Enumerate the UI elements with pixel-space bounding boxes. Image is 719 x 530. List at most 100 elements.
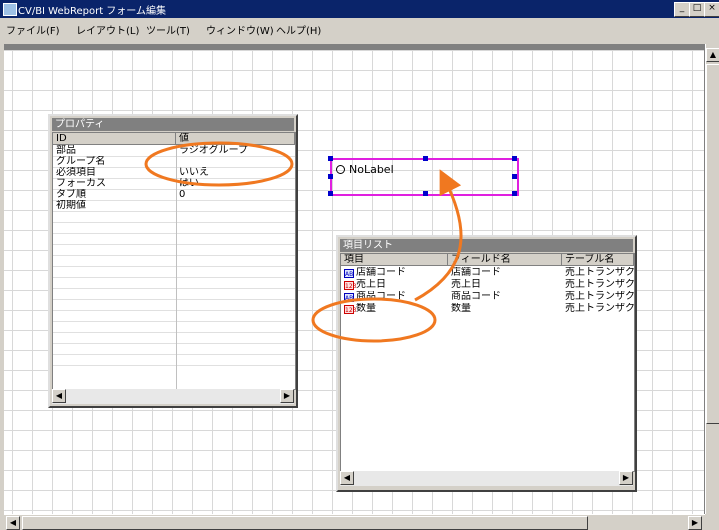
table-name-cell: 売上トランザクシ [565,279,634,290]
property-value-cell[interactable] [176,244,295,255]
column-header-field-name[interactable]: フィールド名 [448,254,562,266]
scroll-right-icon[interactable]: ▶ [280,389,294,403]
field-list-row[interactable]: AB商品コード商品コード売上トランザクシ [341,291,634,302]
scroll-right-icon[interactable]: ▶ [688,516,702,530]
property-id-cell [53,255,176,266]
property-id-cell [53,233,176,244]
property-id-cell [53,244,176,255]
horizontal-scrollbar[interactable]: ◀ ▶ [4,514,705,530]
field-name-cell: 商品コード [451,291,501,302]
field-list-title[interactable]: 項目リスト [340,239,633,252]
resize-handle[interactable] [423,156,428,161]
resize-handle[interactable] [512,156,517,161]
property-id-cell [53,288,176,299]
field-item-cell[interactable]: 123売上日 [341,279,448,290]
field-item-cell[interactable]: AB 商品コード [341,291,448,302]
close-button[interactable]: × [704,2,719,17]
window-title-bar[interactable]: CV/BI WebReport フォーム編集 _ □ × [0,0,719,18]
property-value-cell[interactable]: いいえ [176,167,295,178]
field-item-cell[interactable]: AB 店舗コード [341,267,448,278]
property-value-cell[interactable] [176,321,295,332]
property-value-cell[interactable] [176,255,295,266]
scroll-left-icon[interactable]: ◀ [340,471,354,485]
field-item-cell[interactable]: 123数量 [341,303,448,314]
resize-handle[interactable] [512,191,517,196]
property-id-cell [53,343,176,354]
field-list-grid: 項目 フィールド名 テーブル名 AB店舗コード店舗コード売上トランザクシ123売… [340,253,635,472]
field-item-label: 商品コード [356,291,406,302]
scroll-right-icon[interactable]: ▶ [619,471,633,485]
property-value-cell[interactable] [176,266,295,277]
property-value-cell[interactable] [176,288,295,299]
table-name-cell: 売上トランザクシ [565,291,634,302]
menu-window[interactable]: ウィンドウ(W) [206,22,274,37]
field-name-cell: 店舗コード [451,267,501,278]
property-id-cell [53,354,176,365]
property-value-cell[interactable] [176,211,295,222]
property-id-cell: グループ名 [56,156,106,167]
property-value-cell[interactable]: 0 [176,189,295,200]
horizontal-scroll-thumb[interactable] [22,516,588,530]
field-list-horizontal-scrollbar[interactable]: ◀ ▶ [340,471,633,486]
vertical-scrollbar[interactable]: ▲ [705,44,719,514]
property-value-cell[interactable] [176,299,295,310]
property-id-cell [53,266,176,277]
property-value-cell[interactable] [176,156,295,167]
scroll-left-icon[interactable]: ◀ [52,389,66,403]
table-name-cell: 売上トランザクシ [565,303,634,314]
property-id-cell [53,321,176,332]
property-value-cell[interactable] [176,354,295,365]
text-icon: AB [344,269,354,278]
maximize-button[interactable]: □ [689,2,705,17]
menu-file[interactable]: ファイル(F) [6,22,60,37]
vertical-scroll-thumb[interactable] [706,64,719,424]
field-item-label: 店舗コード [356,267,406,278]
column-header-id[interactable]: ID [53,133,176,145]
menu-help[interactable]: ヘルプ(H) [276,22,321,37]
number-icon: 123 [344,281,357,290]
field-item-label: 数量 [356,303,376,314]
menu-tools[interactable]: ツール(T) [146,22,190,37]
minimize-button[interactable]: _ [674,2,690,17]
property-value-cell[interactable] [176,200,295,211]
resize-handle[interactable] [512,174,517,179]
table-row[interactable] [53,354,295,366]
properties-panel: プロパティ ID 値 部品 ラジオグループ グループ名 必須項目 いいえ フォーカス はいタ… [48,114,298,408]
menu-layout[interactable]: レイアウト(L) [76,22,139,37]
resize-handle[interactable] [423,191,428,196]
resize-handle[interactable] [328,156,333,161]
column-header-item[interactable]: 項目 [341,254,448,266]
property-value-cell[interactable] [176,310,295,321]
property-value-cell[interactable] [176,277,295,288]
field-list-panel: 項目リスト 項目 フィールド名 テーブル名 AB 店舗コード 店舗コード 売上トランザ… [336,235,637,492]
property-id-cell [53,332,176,343]
text-icon: AB [344,293,354,302]
property-id-cell: 初期値 [56,200,86,211]
property-id-cell: フォーカス [56,178,106,189]
scroll-up-icon[interactable]: ▲ [706,48,719,62]
property-id-cell [53,211,176,222]
property-value-cell[interactable] [176,343,295,354]
property-id-cell [53,277,176,288]
property-value-cell[interactable]: はい [176,178,295,189]
field-list-row[interactable]: 123売上日売上日 売上トランザクシ [341,279,634,290]
properties-horizontal-scrollbar[interactable]: ◀ ▶ [52,389,294,404]
property-value-cell[interactable] [176,332,295,343]
column-divider [176,145,177,389]
property-id-cell [53,299,176,310]
resize-handle[interactable] [328,191,333,196]
property-value-cell[interactable] [176,222,295,233]
app-icon [3,3,17,16]
column-header-table-name[interactable]: テーブル名 [562,254,634,266]
radio-button-icon[interactable] [336,165,345,174]
property-value-cell[interactable]: ラジオグループ [176,145,295,156]
column-header-value[interactable]: 値 [176,133,295,145]
radio-label-control[interactable]: NoLabel [328,156,519,196]
scroll-left-icon[interactable]: ◀ [6,516,20,530]
field-list-row[interactable]: 123数量数量 売上トランザクシ [341,303,634,314]
properties-title[interactable]: プロパティ [52,118,294,131]
field-item-label: 売上日 [356,279,386,290]
field-list-row[interactable]: AB店舗コード店舗コード売上トランザクシ [341,267,634,278]
resize-handle[interactable] [328,174,333,179]
property-value-cell[interactable] [176,233,295,244]
